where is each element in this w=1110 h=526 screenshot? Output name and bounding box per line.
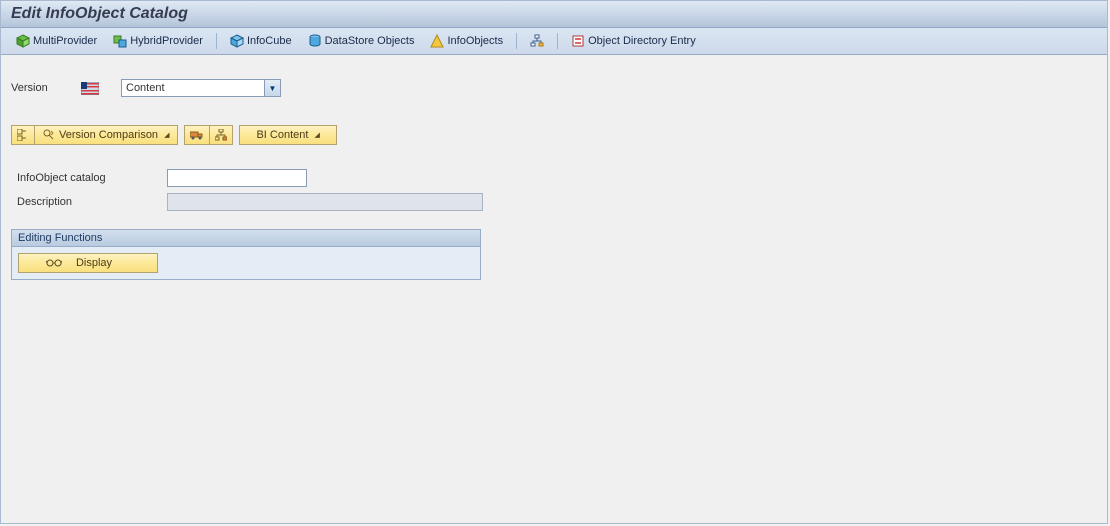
infoobjects-icon bbox=[430, 34, 444, 48]
infocube-icon bbox=[230, 34, 244, 48]
infoobjects-button[interactable]: InfoObjects bbox=[423, 31, 510, 51]
hybridprovider-icon bbox=[113, 34, 127, 48]
button-strip: Version Comparison ◢ BI C bbox=[11, 125, 1097, 145]
page-title: Edit InfoObject Catalog bbox=[11, 5, 188, 22]
display-label: Display bbox=[76, 257, 112, 269]
dropdown-triangle-icon: ◢ bbox=[164, 131, 169, 139]
separator bbox=[216, 33, 217, 49]
separator bbox=[557, 33, 558, 49]
datastore-icon bbox=[308, 34, 322, 48]
hierarchy-yellow-icon bbox=[215, 129, 227, 141]
content-area: Version Content ▼ bbox=[1, 55, 1107, 298]
datastore-button[interactable]: DataStore Objects bbox=[301, 31, 422, 51]
multiprovider-button[interactable]: MultiProvider bbox=[9, 31, 104, 51]
title-bar: Edit InfoObject Catalog bbox=[1, 1, 1107, 28]
version-flag-icon bbox=[81, 82, 121, 95]
version-dropdown[interactable]: Content ▼ bbox=[121, 79, 281, 97]
form-section: InfoObject catalog Description bbox=[17, 169, 1097, 211]
truck-icon bbox=[190, 129, 204, 141]
dropdown-arrow-icon: ▼ bbox=[264, 80, 280, 96]
catalog-label: InfoObject catalog bbox=[17, 172, 167, 184]
version-dropdown-value: Content bbox=[126, 82, 165, 94]
compare-icon bbox=[43, 129, 55, 141]
multiprovider-label: MultiProvider bbox=[33, 35, 97, 47]
panel-title: Editing Functions bbox=[12, 230, 480, 247]
bi-content-button[interactable]: BI Content ◢ bbox=[239, 125, 336, 145]
version-comparison-label: Version Comparison bbox=[59, 129, 158, 141]
objdir-icon bbox=[571, 34, 585, 48]
infocube-label: InfoCube bbox=[247, 35, 292, 47]
hybridprovider-label: HybridProvider bbox=[130, 35, 203, 47]
display-button[interactable]: Display bbox=[18, 253, 158, 273]
description-input bbox=[167, 193, 483, 211]
multiprovider-icon bbox=[16, 34, 30, 48]
description-label: Description bbox=[17, 196, 167, 208]
catalog-input[interactable] bbox=[167, 169, 307, 187]
hierarchy-yellow-button[interactable] bbox=[209, 125, 233, 145]
infoobjects-label: InfoObjects bbox=[447, 35, 503, 47]
glasses-icon bbox=[46, 258, 62, 268]
hierarchy-icon bbox=[530, 34, 544, 48]
version-comparison-button[interactable]: Version Comparison ◢ bbox=[34, 125, 178, 145]
editing-functions-panel: Editing Functions Display bbox=[11, 229, 481, 280]
bi-content-label: BI Content bbox=[256, 129, 308, 141]
hierarchy-button[interactable] bbox=[523, 31, 551, 51]
tree-expand-button[interactable] bbox=[11, 125, 35, 145]
tree-icon bbox=[17, 129, 29, 141]
version-label: Version bbox=[11, 82, 81, 94]
datastore-label: DataStore Objects bbox=[325, 35, 415, 47]
hybridprovider-button[interactable]: HybridProvider bbox=[106, 31, 210, 51]
objdir-button[interactable]: Object Directory Entry bbox=[564, 31, 703, 51]
infocube-button[interactable]: InfoCube bbox=[223, 31, 299, 51]
objdir-label: Object Directory Entry bbox=[588, 35, 696, 47]
toolbar: MultiProvider HybridProvider InfoCube Da… bbox=[1, 28, 1107, 55]
separator bbox=[516, 33, 517, 49]
transport-button[interactable] bbox=[184, 125, 210, 145]
dropdown-triangle-icon: ◢ bbox=[314, 131, 319, 139]
